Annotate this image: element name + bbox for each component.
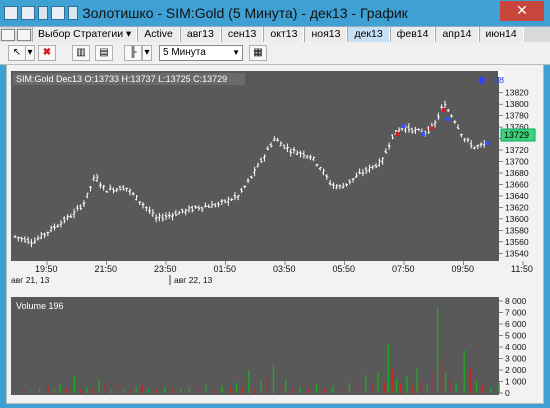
tab-feb14[interactable]: фев14 [389, 27, 436, 43]
trade-marker [421, 132, 426, 137]
price-pane[interactable] [11, 71, 499, 261]
date-label: авг 22, 13 [174, 275, 213, 285]
volume-tick-label: 7 000 [505, 308, 527, 318]
chevron-down-icon[interactable]: ▾ [25, 45, 35, 61]
volume-tick-label: 3 000 [505, 354, 527, 364]
date-label: авг 21, 13 [11, 275, 50, 285]
chart-svg[interactable]: SIM:Gold Dec13 O:13733 H:13737 L:13725 C… [7, 65, 543, 403]
price-tick-label: 13680 [505, 168, 529, 178]
time-tick-label: 05:50 [333, 264, 356, 274]
trade-marker [401, 123, 406, 128]
price-tick-label: 13800 [505, 99, 529, 109]
tab-active[interactable]: Active [137, 27, 180, 43]
lock-icon[interactable] [1, 29, 15, 41]
scale-lock-icon[interactable] [498, 71, 504, 77]
volume-tick-label: 0 [505, 388, 510, 398]
trade-marker [484, 141, 489, 146]
volume-tick-label: 4 000 [505, 342, 527, 352]
volume-tick-label: 5 000 [505, 331, 527, 341]
trade-marker [429, 126, 434, 131]
grid-icon[interactable]: ▦ [249, 45, 267, 61]
price-tick-label: 13620 [505, 202, 529, 212]
price-tick-label: 13780 [505, 111, 529, 121]
time-tick-label: 19:50 [35, 264, 58, 274]
title-bar: Золотишко - SIM:Gold (5 Минута) - дек13 … [0, 0, 550, 26]
chevron-down-icon[interactable]: ▾ [142, 45, 152, 61]
volume-tick-label: 1 000 [505, 377, 527, 387]
tab-oct13[interactable]: окт13 [263, 27, 305, 43]
chart-toolbar: ↖ ▾ ✖ ▥ ▤ ╟ ▾ 5 Минута ▼ ▦ [0, 42, 550, 65]
price-tick-label: 13700 [505, 157, 529, 167]
tab-aug13[interactable]: авг13 [179, 27, 221, 43]
indicator-list-icon[interactable]: ▤ [95, 45, 113, 61]
volume-tick-label: 6 000 [505, 319, 527, 329]
tab-sep13[interactable]: сен13 [220, 27, 264, 43]
trade-marker [441, 107, 446, 112]
price-tick-label: 13720 [505, 145, 529, 155]
price-tick-label: 13820 [505, 88, 529, 98]
price-tick-label: 13560 [505, 237, 529, 247]
tab-strategy-select[interactable]: Выбор Стратегии ▾ [32, 27, 138, 43]
time-tick-label: 07:50 [392, 264, 415, 274]
delete-button[interactable]: ✖ [38, 45, 56, 61]
volume-label: Volume 196 [16, 301, 64, 311]
price-tick-label: 13660 [505, 179, 529, 189]
volume-tick-label: 2 000 [505, 365, 527, 375]
tab-jun14[interactable]: июн14 [478, 27, 524, 43]
link-icon[interactable] [17, 29, 31, 41]
time-tick-label: 21:50 [95, 264, 118, 274]
tab-nov13[interactable]: ноя13 [304, 27, 348, 43]
bar-type-icon[interactable]: ╟ [124, 45, 142, 61]
price-tick-label: 13600 [505, 214, 529, 224]
time-axis: 19:50 21:50 23:50 01:50 03:50 05:50 07:50 09:50… [11, 261, 533, 285]
price-axis: 1382013800137801376013740137201370013680… [499, 88, 529, 258]
time-tick-label: 11:50 [511, 264, 533, 274]
time-tick-label: 09:50 [452, 264, 475, 274]
tab-dec13[interactable]: дек13 [347, 27, 390, 43]
time-tick-label: 03:50 [273, 264, 296, 274]
volume-tick-label: 8 000 [505, 296, 527, 306]
contract-tabbar: Выбор Стратегии ▾ Active авг13 сен13 окт… [0, 26, 550, 43]
price-tick-label: 13580 [505, 225, 529, 235]
time-tick-label: 01:50 [214, 264, 237, 274]
price-tick-label: 13640 [505, 191, 529, 201]
time-tick-label: 23:50 [154, 264, 177, 274]
trade-marker [445, 117, 450, 122]
close-button[interactable]: ✕ [500, 1, 544, 21]
volume-pane[interactable] [11, 297, 499, 395]
tab-apr14[interactable]: апр14 [435, 27, 479, 43]
price-tick-label: 13540 [505, 248, 529, 258]
cursor-icon[interactable]: ↖ [8, 45, 26, 61]
trade-marker [395, 132, 400, 137]
chart-container: SIM:Gold Dec13 O:13733 H:13737 L:13725 C… [6, 64, 544, 404]
indicator-add-icon[interactable]: ▥ [72, 45, 90, 61]
interval-select[interactable]: 5 Минута ▼ [159, 45, 243, 61]
chart-info-label: SIM:Gold Dec13 O:13733 H:13737 L:13725 C… [16, 74, 227, 84]
volume-axis: 8 000 7 0006 000 5 0004 000 3 0002 000 1 000… [499, 296, 527, 398]
last-price-label: 13729 [504, 130, 529, 140]
window-title: Золотишко - SIM:Gold (5 Минута) - дек13 … [82, 5, 408, 21]
